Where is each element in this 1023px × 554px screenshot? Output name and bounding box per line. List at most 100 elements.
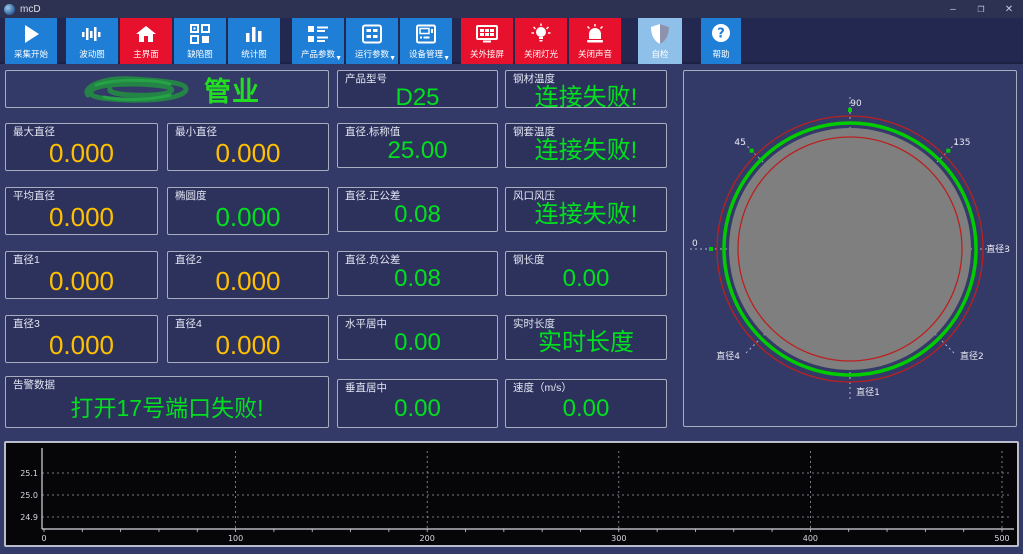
field-value: 0.00 [338,330,497,359]
field-speed: 速度（m/s）0.00 [505,379,667,428]
run-params-button[interactable]: 运行参数▼ [346,18,398,64]
svg-text:直径2: 直径2 [960,350,984,362]
field-label: 直径.标称值 [338,124,497,138]
self-check-button[interactable]: 自检 [638,18,682,64]
toolbar-group: 波动图 主界面缺陷图统计图 [66,18,282,62]
trend-chart-panel: 25.125.024.90100200300400500 [4,441,1019,547]
field-value: 0.000 [6,266,157,298]
toolbar-button-label: 设备管理 [409,49,443,59]
start-capture-button[interactable]: 采集开始 [5,18,57,64]
field-label: 垂直居中 [338,380,497,394]
field-label: 钢材温度 [506,71,666,85]
toolbar-group: 自检 [638,18,684,62]
field-value: 0.00 [338,394,497,427]
svg-text:0: 0 [692,239,698,249]
field-label: 速度（m/s） [506,380,666,394]
field-max-diameter: 最大直径0.000 [5,123,158,171]
light-bulb-icon [530,22,552,46]
field-air-pressure: 风口风压连接失败! [505,187,667,232]
help-button[interactable]: ? 帮助 [701,18,741,64]
dropdown-caret-icon: ▼ [443,55,450,62]
diameter-gauge: 90451350直径3直径2直径1直径4 [684,71,1016,426]
field-label: 告警数据 [6,377,328,391]
field-steel-length: 钢长度0.00 [505,251,667,296]
toolbar-group: 关外接屏关闭灯光关闭声音 [461,18,623,62]
field-diameter-4: 直径40.000 [167,315,329,363]
field-minus-tolerance: 直径.负公差0.08 [337,251,498,296]
lights-off-button[interactable]: 关闭灯光 [515,18,567,64]
field-value: 0.000 [6,202,157,234]
field-value: 0.00 [506,394,666,427]
field-label: 水平居中 [338,316,497,330]
field-label: 直径2 [168,252,328,266]
field-label: 直径4 [168,316,328,330]
window-title: mcD [20,4,41,15]
sound-off-button[interactable]: 关闭声音 [569,18,621,64]
field-horizontal-center: 水平居中0.00 [337,315,498,360]
field-value: 0.000 [6,330,157,362]
external-screen-button[interactable]: 关外接屏 [461,18,513,64]
company-logo-box: 管业 [5,70,329,108]
wave-chart-button[interactable]: 波动图 [66,18,118,64]
toolbar-button-label: 统计图 [241,49,267,59]
product-params-button[interactable]: 产品参数▼ [292,18,344,64]
toolbar-button-label: 采集开始 [14,49,48,59]
help-icon: ? [710,22,732,46]
field-label: 最小直径 [168,124,328,138]
svg-text:90: 90 [850,99,862,109]
field-ovality: 椭圆度0.000 [167,187,329,235]
minimize-button[interactable]: – [939,0,967,18]
svg-text:25.0: 25.0 [20,491,38,500]
svg-text:45: 45 [734,138,745,148]
toolbar-button-label: 自检 [651,49,668,59]
toolbar: 采集开始波动图主界面缺陷图统计图产品参数▼运行参数▼设备管理▼关外接屏关闭灯光关… [0,18,1023,64]
field-value: 0.000 [168,266,328,298]
maximize-button[interactable]: ❐ [967,0,995,18]
field-label: 平均直径 [6,188,157,202]
svg-text:25.1: 25.1 [20,469,38,478]
svg-text:200: 200 [420,534,435,543]
field-diameter-2: 直径20.000 [167,251,329,299]
toolbar-button-label: 帮助 [712,49,729,59]
alarm-message: 打开17号端口失败! [6,391,328,427]
field-product-model: 产品型号D25 [337,70,498,108]
field-label: 风口风压 [506,188,666,202]
main-screen-button[interactable]: 主界面 [120,18,172,64]
home-icon [135,22,157,46]
field-value: 0.08 [338,266,497,295]
shield-icon [650,22,670,46]
device-manage-button[interactable]: 设备管理▼ [400,18,452,64]
field-avg-diameter: 平均直径0.000 [5,187,158,235]
field-plus-tolerance: 直径.正公差0.08 [337,187,498,232]
svg-text:直径3: 直径3 [986,243,1010,255]
svg-text:24.9: 24.9 [20,513,38,522]
svg-text:400: 400 [803,534,818,543]
toolbar-button-label: 波动图 [79,49,105,59]
svg-text:直径4: 直径4 [716,350,740,362]
field-vertical-center: 垂直居中0.00 [337,379,498,428]
toolbar-button-label: 关闭声音 [578,49,612,59]
defect-grid-icon [189,22,211,46]
trend-chart: 25.125.024.90100200300400500 [6,443,1017,545]
field-value: 实时长度 [506,330,666,359]
statistics-chart-button[interactable]: 统计图 [228,18,280,64]
app-icon [4,4,15,15]
product-params-icon [306,22,330,46]
field-label: 直径.负公差 [338,252,497,266]
field-value: 0.08 [338,202,497,231]
company-logo-scribble-icon [74,73,204,105]
equalizer-icon [80,22,104,46]
field-realtime-length: 实时长度实时长度 [505,315,667,360]
field-steel-temp: 钢材温度连接失败! [505,70,667,108]
close-button[interactable]: ✕ [995,0,1023,18]
run-params-icon [361,22,383,46]
field-value: 连接失败! [506,202,666,231]
bar-chart-icon [243,22,265,46]
window-controls: – ❐ ✕ [939,0,1023,18]
company-name-text: 管业 [204,70,260,109]
defect-chart-button[interactable]: 缺陷图 [174,18,226,64]
toolbar-button-label: 产品参数 [301,49,335,59]
field-nominal-diameter: 直径.标称值25.00 [337,123,498,168]
toolbar-group: ? 帮助 [701,18,743,62]
field-label: 直径3 [6,316,157,330]
